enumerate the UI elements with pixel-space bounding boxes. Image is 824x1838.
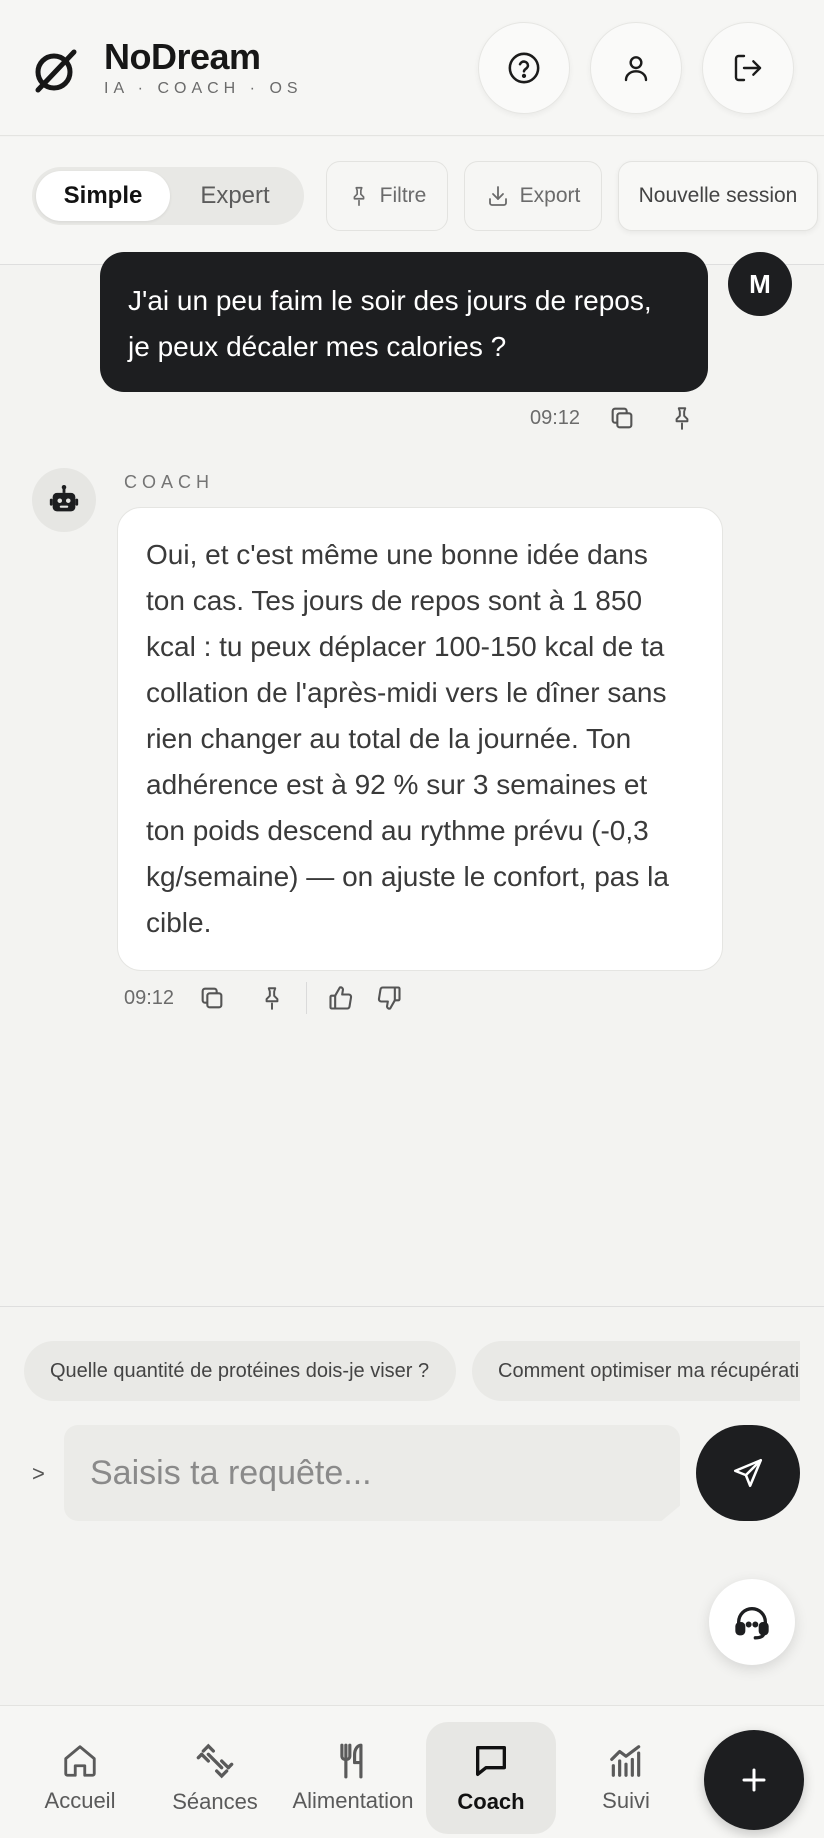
suggestion-chip[interactable]: Comment optimiser ma récupération — [472, 1341, 800, 1401]
bottom-navigation: Accueil Séances Alimentation Coach Suivi — [0, 1705, 824, 1838]
download-icon — [486, 184, 510, 208]
brand-name: NoDream — [104, 36, 261, 77]
robot-icon — [47, 483, 81, 517]
message-timestamp: 09:12 — [530, 406, 581, 429]
send-button[interactable] — [696, 1425, 800, 1521]
profile-button[interactable] — [590, 22, 682, 114]
utensils-icon — [334, 1742, 372, 1780]
pin-icon — [348, 185, 370, 207]
mode-simple-option[interactable]: Simple — [36, 171, 170, 221]
mode-expert-option[interactable]: Expert — [170, 171, 300, 221]
logout-icon — [732, 52, 764, 84]
user-message-bubble: J'ai un peu faim le soir des jours de re… — [100, 252, 708, 392]
help-icon — [507, 51, 541, 85]
pin-icon[interactable] — [250, 976, 294, 1020]
new-session-button[interactable]: Nouvelle session — [618, 161, 818, 231]
brand-tagline: IA · COACH · OS — [104, 80, 303, 97]
nav-item-accueil[interactable]: Accueil — [20, 1722, 140, 1834]
coach-message-line: Oui, et c'est même une bonne idée dans — [146, 539, 648, 570]
coach-message-line: ton poids descend au rythme prévu (-0,3 — [146, 815, 649, 846]
nav-label: Accueil — [44, 1788, 116, 1813]
nav-label: Coach — [457, 1789, 525, 1814]
export-label: Export — [519, 184, 581, 207]
user-message-line: J'ai un peu faim le soir des jours de re… — [128, 285, 652, 316]
chart-icon — [607, 1742, 645, 1780]
mode-toggle: Simple Expert — [32, 167, 304, 225]
coach-message-line: adhérence est à 92 % sur 3 semaines et — [146, 769, 648, 800]
prompt-symbol: > — [32, 1461, 45, 1486]
help-button[interactable] — [478, 22, 570, 114]
nav-label: Séances — [172, 1789, 258, 1814]
nav-item-suivi[interactable]: Suivi — [566, 1722, 686, 1834]
copy-icon[interactable] — [600, 396, 644, 440]
filter-button[interactable]: Filtre — [326, 161, 448, 231]
home-icon — [61, 1742, 99, 1780]
dumbbell-icon — [195, 1741, 235, 1781]
nav-item-alimentation[interactable]: Alimentation — [286, 1722, 420, 1834]
nav-label: Alimentation — [292, 1788, 414, 1813]
thumbs-down-icon[interactable] — [367, 976, 411, 1020]
null-set-logo-icon — [32, 46, 80, 94]
meta-divider — [306, 982, 308, 1014]
coach-message-line: ton cas. Tes jours de repos sont à 1 850 — [146, 585, 643, 616]
coach-label: COACH — [124, 472, 215, 492]
nav-item-seances[interactable]: Séances — [150, 1722, 280, 1834]
coach-message-line: cible. — [146, 907, 212, 938]
export-button[interactable]: Export — [464, 161, 602, 231]
user-icon — [620, 52, 652, 84]
coach-avatar — [32, 468, 96, 532]
chat-toolbar: Simple Expert Filtre Export Nouvelle ses… — [0, 137, 824, 265]
logout-button[interactable] — [702, 22, 794, 114]
coach-message-meta: 09:12 — [124, 976, 411, 1020]
nav-label: Suivi — [602, 1788, 650, 1813]
thumbs-up-icon[interactable] — [319, 976, 363, 1020]
pin-icon[interactable] — [660, 396, 704, 440]
composer-area: Quelle quantité de protéines dois-je vis… — [0, 1306, 824, 1706]
coach-message-line: kcal : tu peux déplacer 100-150 kcal de … — [146, 631, 665, 662]
nav-item-coach[interactable]: Coach — [426, 1722, 556, 1834]
user-message-meta: 09:12 — [530, 396, 704, 440]
add-button[interactable] — [704, 1730, 804, 1830]
coach-message-line: kg/semaine) — on ajuste le confort, pas … — [146, 861, 669, 892]
coach-message-line: rien changer au total de la journée. Ton — [146, 723, 632, 754]
user-avatar: M — [728, 252, 792, 316]
support-button[interactable] — [709, 1579, 795, 1665]
coach-message-bubble: Oui, et c'est même une bonne idée dans t… — [117, 507, 723, 971]
message-timestamp: 09:12 — [124, 986, 175, 1009]
chat-icon — [471, 1741, 511, 1781]
send-icon — [731, 1456, 765, 1490]
plus-icon — [739, 1765, 769, 1795]
user-message-line: je peux décaler mes calories ? — [128, 331, 507, 362]
copy-icon[interactable] — [190, 976, 234, 1020]
suggestion-chip[interactable]: Quelle quantité de protéines dois-je vis… — [24, 1341, 456, 1401]
app-header: NoDream IA · COACH · OS — [0, 0, 824, 136]
filter-label: Filtre — [379, 184, 427, 207]
message-input[interactable] — [64, 1425, 680, 1521]
coach-message-line: collation de l'après-midi vers le dîner … — [146, 677, 667, 708]
headset-icon — [732, 1602, 772, 1642]
